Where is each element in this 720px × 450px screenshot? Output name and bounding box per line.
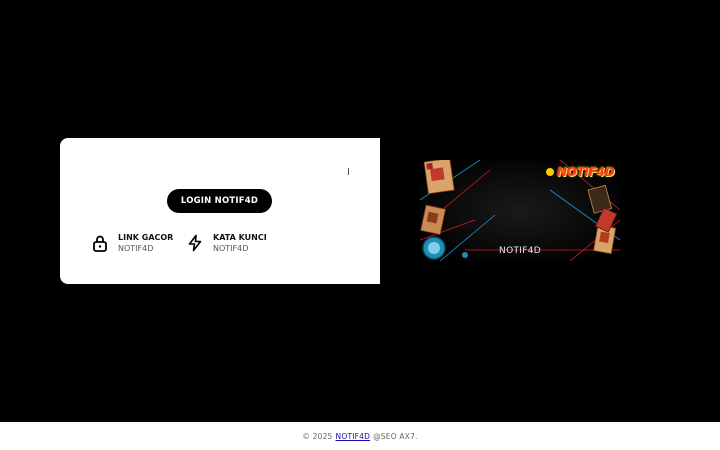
text-cursor <box>348 168 349 175</box>
footer: © 2025 NOTIF4D @SEO AX7. <box>0 422 720 450</box>
lightning-icon <box>185 233 205 253</box>
banner-panel: NOTIF4D NOTIF4D <box>380 138 660 284</box>
feature-subtitle: NOTIF4D <box>118 244 154 253</box>
feature-kata-kunci[interactable]: KATA KUNCI NOTIF4D <box>185 232 267 254</box>
login-card: LOGIN NOTIF4D LINK GACOR NOTIF4D KATA KU… <box>60 138 660 284</box>
footer-link[interactable]: NOTIF4D <box>336 432 371 441</box>
banner-logo: NOTIF4D <box>557 165 615 179</box>
feature-title: LINK GACOR <box>118 233 174 242</box>
feature-link-gacor[interactable]: LINK GACOR NOTIF4D <box>90 232 173 254</box>
footer-credit: @SEO AX7. <box>373 431 418 441</box>
banner-image[interactable]: NOTIF4D NOTIF4D <box>420 160 620 261</box>
login-panel: LOGIN NOTIF4D LINK GACOR NOTIF4D KATA KU… <box>60 138 380 284</box>
banner-caption: NOTIF4D <box>499 246 541 256</box>
feature-title: KATA KUNCI <box>213 233 267 242</box>
footer-copyright: © 2025 <box>302 431 333 441</box>
feature-subtitle: NOTIF4D <box>213 244 249 253</box>
lock-icon <box>90 233 110 253</box>
login-button[interactable]: LOGIN NOTIF4D <box>167 189 272 213</box>
